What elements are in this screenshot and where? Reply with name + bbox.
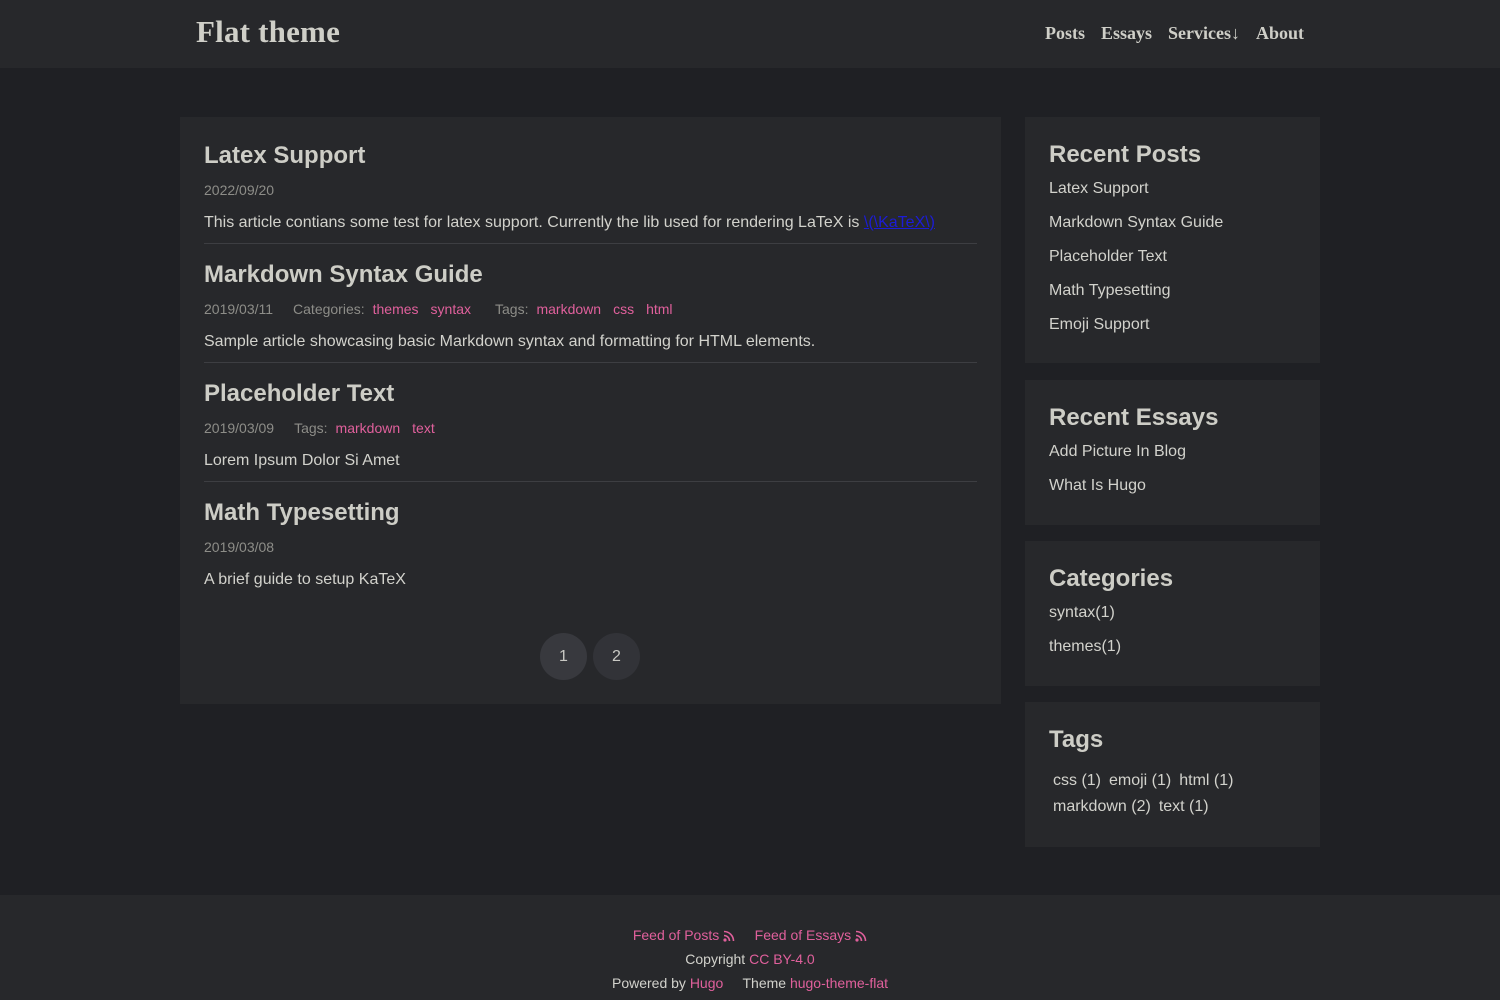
recent-post-link[interactable]: Markdown Syntax Guide bbox=[1049, 213, 1296, 233]
post-title[interactable]: Latex Support bbox=[204, 141, 977, 171]
powered-line: Powered by Hugo Theme hugo-theme-flat bbox=[0, 975, 1500, 991]
tags-label: Tags: bbox=[294, 420, 328, 436]
post-summary-text: This article contians some test for late… bbox=[204, 214, 864, 231]
widget-title: Recent Posts bbox=[1049, 141, 1202, 168]
category-link[interactable]: themes bbox=[373, 301, 419, 317]
theme-label: Theme bbox=[742, 975, 787, 991]
post-title[interactable]: Markdown Syntax Guide bbox=[204, 260, 977, 290]
tag-link[interactable]: text bbox=[412, 420, 435, 436]
category-link[interactable]: syntax(1) bbox=[1049, 603, 1296, 623]
site-footer: Feed of Posts Feed of Essays Copyright C… bbox=[0, 895, 1500, 1000]
categories-widget: Categories syntax(1) themes(1) bbox=[1025, 541, 1320, 686]
katex-link[interactable]: \(\KaTeX\) bbox=[864, 214, 935, 231]
tags-widget: Tags css (1) emoji (1) html (1) markdown… bbox=[1025, 702, 1320, 847]
post-meta: 2019/03/11 Categories: themes syntax Tag… bbox=[204, 300, 977, 318]
post-title[interactable]: Math Typesetting bbox=[204, 498, 977, 528]
post-date: 2019/03/11 bbox=[204, 301, 274, 317]
license-link[interactable]: CC BY-4.0 bbox=[749, 951, 815, 967]
main-nav: Posts Essays Services↓ About bbox=[1045, 23, 1304, 44]
copyright-label: Copyright bbox=[685, 951, 746, 967]
tag-cloud-item[interactable]: css (1) bbox=[1053, 768, 1101, 794]
page-2-button[interactable]: 2 bbox=[593, 633, 640, 680]
recent-essay-link[interactable]: What Is Hugo bbox=[1049, 476, 1296, 496]
feed-posts-link[interactable]: Feed of Posts bbox=[633, 927, 735, 943]
copyright-line: Copyright CC BY-4.0 bbox=[0, 951, 1500, 967]
widget-title: Recent Essays bbox=[1049, 404, 1219, 431]
nav-about[interactable]: About bbox=[1256, 23, 1304, 44]
recent-post-link[interactable]: Placeholder Text bbox=[1049, 247, 1296, 267]
post-divider bbox=[204, 362, 977, 363]
tag-cloud-item[interactable]: html (1) bbox=[1179, 768, 1233, 794]
category-link[interactable]: themes(1) bbox=[1049, 637, 1296, 657]
tag-cloud-item[interactable]: emoji (1) bbox=[1109, 768, 1171, 794]
rss-icon bbox=[723, 930, 735, 942]
post-item: Placeholder Text 2019/03/09 Tags: markdo… bbox=[204, 379, 977, 471]
post-summary: This article contians some test for late… bbox=[204, 213, 977, 233]
post-divider bbox=[204, 481, 977, 482]
post-list: Latex Support 2022/09/20 This article co… bbox=[180, 117, 1001, 704]
widget-title: Tags bbox=[1049, 726, 1104, 753]
recent-essay-link[interactable]: Add Picture In Blog bbox=[1049, 442, 1296, 462]
feed-posts-label: Feed of Posts bbox=[632, 927, 720, 943]
hugo-link[interactable]: Hugo bbox=[690, 975, 723, 991]
post-item: Latex Support 2022/09/20 This article co… bbox=[204, 141, 977, 233]
category-link[interactable]: syntax bbox=[431, 301, 471, 317]
nav-essays[interactable]: Essays bbox=[1101, 23, 1152, 44]
post-summary: A brief guide to setup KaTeX bbox=[204, 571, 406, 588]
nav-posts[interactable]: Posts bbox=[1045, 23, 1085, 44]
post-meta: 2022/09/20 bbox=[204, 181, 977, 199]
tag-link[interactable]: css bbox=[613, 301, 634, 317]
categories-label: Categories: bbox=[293, 301, 365, 317]
nav-services[interactable]: Services↓ bbox=[1168, 23, 1240, 44]
post-title[interactable]: Placeholder Text bbox=[204, 379, 977, 409]
theme-link[interactable]: hugo-theme-flat bbox=[790, 975, 888, 991]
tag-link[interactable]: markdown bbox=[336, 420, 401, 436]
tag-link[interactable]: html bbox=[646, 301, 672, 317]
recent-essays-widget: Recent Essays Add Picture In Blog What I… bbox=[1025, 380, 1320, 525]
widget-title: Categories bbox=[1049, 565, 1174, 592]
feed-links: Feed of Posts Feed of Essays bbox=[0, 927, 1500, 943]
powered-label: Powered by bbox=[611, 975, 686, 991]
recent-post-link[interactable]: Latex Support bbox=[1049, 179, 1296, 199]
post-date: 2022/09/20 bbox=[204, 182, 275, 198]
tag-cloud-item[interactable]: text (1) bbox=[1159, 794, 1209, 820]
feed-essays-label: Feed of Essays bbox=[754, 927, 852, 943]
rss-icon bbox=[855, 930, 867, 942]
post-item: Markdown Syntax Guide 2019/03/11 Categor… bbox=[204, 260, 977, 352]
post-summary: Sample article showcasing basic Markdown… bbox=[204, 333, 816, 350]
page-1-button[interactable]: 1 bbox=[540, 633, 587, 680]
post-meta: 2019/03/08 bbox=[204, 538, 977, 556]
site-header: Flat theme Posts Essays Services↓ About bbox=[0, 0, 1500, 68]
post-meta: 2019/03/09 Tags: markdown text bbox=[204, 419, 977, 437]
tag-link[interactable]: markdown bbox=[536, 301, 601, 317]
recent-posts-widget: Recent Posts Latex Support Markdown Synt… bbox=[1025, 117, 1320, 363]
feed-essays-link[interactable]: Feed of Essays bbox=[755, 927, 868, 943]
tag-cloud: css (1) emoji (1) html (1) markdown (2) … bbox=[1049, 768, 1289, 820]
recent-post-link[interactable]: Emoji Support bbox=[1049, 315, 1296, 335]
post-item: Math Typesetting 2019/03/08 A brief guid… bbox=[204, 498, 977, 590]
recent-post-link[interactable]: Math Typesetting bbox=[1049, 281, 1296, 301]
post-date: 2019/03/08 bbox=[204, 539, 275, 555]
tags-label: Tags: bbox=[495, 301, 529, 317]
post-date: 2019/03/09 bbox=[204, 420, 275, 436]
site-title[interactable]: Flat theme bbox=[196, 14, 340, 50]
post-divider bbox=[204, 243, 977, 244]
post-summary: Lorem Ipsum Dolor Si Amet bbox=[204, 452, 400, 469]
tag-cloud-item[interactable]: markdown (2) bbox=[1053, 794, 1151, 820]
pagination: 1 2 bbox=[540, 633, 640, 680]
